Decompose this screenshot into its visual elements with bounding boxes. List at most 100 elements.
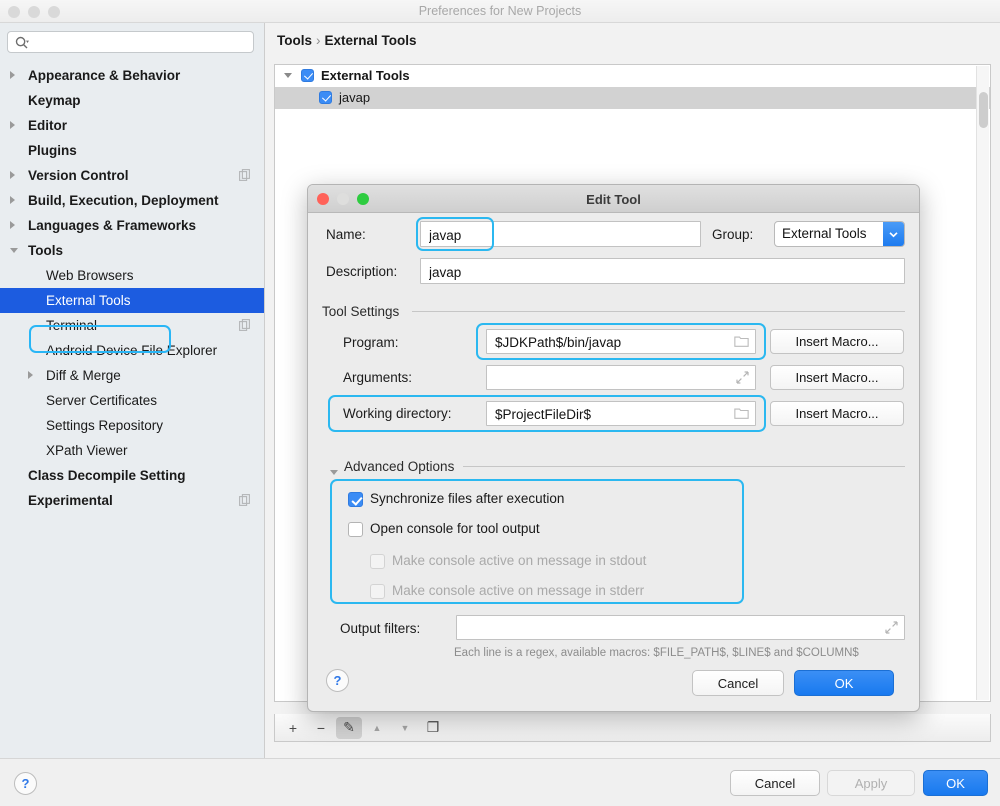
dialog-cancel-button[interactable]: Cancel <box>692 670 784 696</box>
sidebar-item-class-decompile-setting[interactable]: Class Decompile Setting <box>0 463 264 488</box>
tool-settings-divider <box>412 311 905 312</box>
insert-macro-working-directory-button[interactable]: Insert Macro... <box>770 401 904 426</box>
cancel-button[interactable]: Cancel <box>730 770 820 796</box>
sidebar-item-label: Languages & Frameworks <box>28 218 197 233</box>
sidebar-item-languages-frameworks[interactable]: Languages & Frameworks <box>0 213 264 238</box>
move-up-button[interactable]: ▲ <box>364 717 390 739</box>
sidebar-item-label: Plugins <box>28 143 77 158</box>
working-directory-field[interactable] <box>486 401 756 427</box>
tree-scrollbar[interactable] <box>976 66 989 700</box>
dialog-help-button[interactable]: ? <box>326 669 349 692</box>
browse-folder-icon[interactable] <box>734 335 749 347</box>
dialog-ok-button[interactable]: OK <box>794 670 894 696</box>
external-tools-toolbar: + − ✎ ▲ ▼ ❐ <box>274 714 991 742</box>
chevron-right-icon[interactable] <box>10 196 15 204</box>
program-input[interactable] <box>493 330 733 355</box>
search-box[interactable] <box>7 31 254 53</box>
group-dropdown[interactable]: External Tools <box>774 221 905 247</box>
insert-macro-program-button[interactable]: Insert Macro... <box>770 329 904 354</box>
breadcrumb-parent[interactable]: Tools <box>277 33 312 48</box>
output-filters-label: Output filters: <box>340 621 421 636</box>
chevron-right-icon[interactable] <box>28 371 33 379</box>
remove-button[interactable]: − <box>308 717 334 739</box>
copy-settings-icon[interactable] <box>239 494 251 506</box>
window-title: Preferences for New Projects <box>418 4 582 18</box>
chevron-down-icon[interactable] <box>284 73 292 78</box>
advanced-options-toggle-icon[interactable] <box>330 470 338 479</box>
expand-editor-icon[interactable] <box>885 621 898 634</box>
sidebar-item-label: Keymap <box>28 93 81 108</box>
description-input[interactable] <box>427 259 882 285</box>
sidebar-item-appearance-behavior[interactable]: Appearance & Behavior <box>0 63 264 88</box>
checkbox-input[interactable] <box>348 522 363 537</box>
name-field[interactable] <box>420 221 701 248</box>
advanced-options-divider <box>463 466 905 467</box>
tree-row-checkbox[interactable] <box>319 91 332 104</box>
search-input[interactable] <box>34 34 249 53</box>
copy-button[interactable]: ❐ <box>420 717 446 739</box>
program-label: Program: <box>343 335 399 350</box>
tree-scrollbar-thumb[interactable] <box>979 92 988 128</box>
insert-macro-arguments-button[interactable]: Insert Macro... <box>770 365 904 390</box>
description-field[interactable] <box>420 258 905 285</box>
chevron-right-icon[interactable] <box>10 171 15 179</box>
sidebar-item-server-certificates[interactable]: Server Certificates <box>0 388 264 413</box>
browse-folder-icon[interactable] <box>734 407 749 419</box>
group-label: Group: <box>712 227 754 242</box>
chevron-down-icon[interactable] <box>10 248 18 257</box>
sidebar-item-label: Tools <box>28 243 63 258</box>
arguments-field[interactable] <box>486 365 756 391</box>
sidebar-item-xpath-viewer[interactable]: XPath Viewer <box>0 438 264 463</box>
tree-row-label: javap <box>339 90 371 105</box>
tree-row[interactable]: External Tools <box>275 65 990 87</box>
move-down-button[interactable]: ▼ <box>392 717 418 739</box>
working-directory-input[interactable] <box>493 402 733 427</box>
sidebar-item-version-control[interactable]: Version Control <box>0 163 264 188</box>
ok-button[interactable]: OK <box>923 770 988 796</box>
output-filters-input[interactable] <box>463 616 882 641</box>
arguments-input[interactable] <box>493 366 733 391</box>
window-titlebar: Preferences for New Projects <box>0 0 1000 23</box>
chevron-right-icon[interactable] <box>10 71 15 79</box>
chevron-right-icon[interactable] <box>10 121 15 129</box>
sidebar-item-tools[interactable]: Tools <box>0 238 264 263</box>
name-input[interactable] <box>427 222 678 248</box>
add-button[interactable]: + <box>280 717 306 739</box>
sidebar-item-external-tools[interactable]: External Tools <box>0 288 264 313</box>
arguments-label: Arguments: <box>343 370 413 385</box>
apply-button[interactable]: Apply <box>827 770 915 796</box>
group-dropdown-value: External Tools <box>782 226 867 241</box>
edit-icon: ✎ <box>343 719 355 735</box>
sidebar-item-web-browsers[interactable]: Web Browsers <box>0 263 264 288</box>
help-button[interactable]: ? <box>14 772 37 795</box>
sidebar-item-label: Terminal <box>46 318 98 333</box>
move-down-icon: ▼ <box>400 722 410 733</box>
sidebar-item-build-execution-deployment[interactable]: Build, Execution, Deployment <box>0 188 264 213</box>
sidebar-item-terminal[interactable]: Terminal <box>0 313 264 338</box>
tree-row-checkbox[interactable] <box>301 69 314 82</box>
chevron-right-icon[interactable] <box>10 221 15 229</box>
edit-button[interactable]: ✎ <box>336 716 362 739</box>
program-field[interactable] <box>486 329 756 355</box>
sidebar-item-editor[interactable]: Editor <box>0 113 264 138</box>
sidebar-item-keymap[interactable]: Keymap <box>0 88 264 113</box>
copy-settings-icon[interactable] <box>239 169 251 181</box>
tool-settings-title: Tool Settings <box>322 304 400 319</box>
output-filters-field[interactable] <box>456 615 905 641</box>
expand-editor-icon[interactable] <box>736 371 749 384</box>
checkbox-label: Make console active on message in stdout <box>392 553 647 568</box>
sidebar-item-label: Server Certificates <box>46 393 158 408</box>
chevron-down-icon[interactable] <box>883 222 904 246</box>
sidebar-item-experimental[interactable]: Experimental <box>0 488 264 513</box>
dialog-bottom-bar: ? Cancel Apply OK <box>0 758 1000 806</box>
working-directory-label: Working directory: <box>343 406 452 421</box>
sidebar-item-android-device-file-explorer[interactable]: Android Device File Explorer <box>0 338 264 363</box>
sidebar-item-plugins[interactable]: Plugins <box>0 138 264 163</box>
dialog-titlebar: Edit Tool <box>308 185 919 213</box>
checkbox-input[interactable] <box>348 492 363 507</box>
copy-settings-icon[interactable] <box>239 319 251 331</box>
tree-row[interactable]: javap <box>275 87 990 109</box>
sidebar-item-settings-repository[interactable]: Settings Repository <box>0 413 264 438</box>
sidebar-item-label: Editor <box>28 118 67 133</box>
sidebar-item-diff-merge[interactable]: Diff & Merge <box>0 363 264 388</box>
